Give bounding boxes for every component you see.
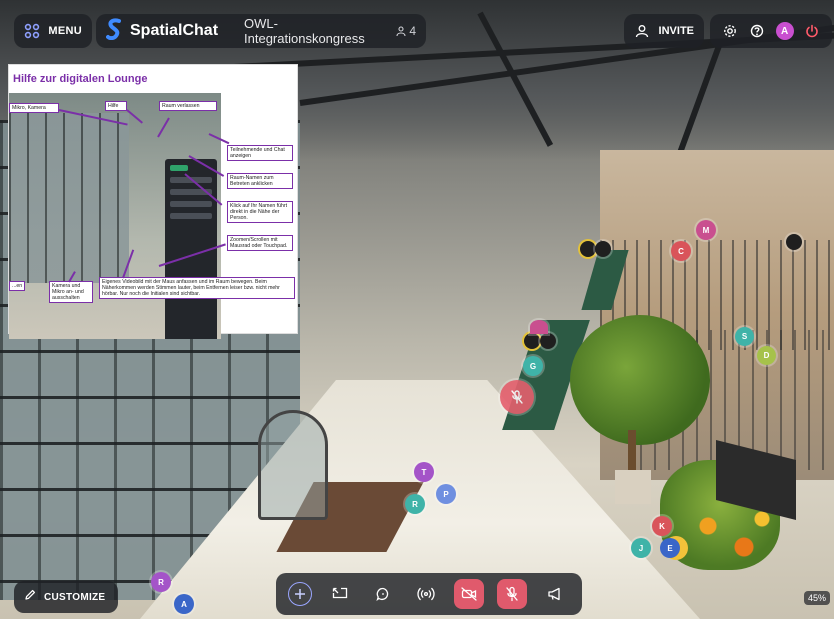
participant-video-avatar[interactable] [580,241,596,257]
brand-name: SpatialChat [130,22,219,39]
plus-icon [295,589,305,599]
menu-button[interactable]: MENU [14,14,92,48]
participant-count-value: 4 [409,24,416,38]
megaphone-icon [548,587,560,601]
help-screenshot [9,93,221,339]
leave-power-icon[interactable] [800,19,824,43]
participant-avatar[interactable]: D [757,346,776,365]
bottom-toolbar [276,573,582,615]
spatialchat-logo-icon [106,18,122,45]
participant-avatar[interactable]: R [405,494,425,514]
help-icon[interactable] [745,19,769,43]
callout-klick-namen: Klick auf Ihr Namen führt direkt in die … [227,201,293,223]
participant-avatar[interactable]: A [174,594,194,614]
megaphone-button[interactable] [540,579,570,609]
participant-video-avatar[interactable] [786,234,802,250]
screen-share-icon [332,587,348,599]
room-name: OWL-Integrationskongress [244,16,365,46]
participant-avatar[interactable]: S [735,327,754,346]
participant-avatar[interactable]: E [660,538,680,558]
participant-avatar[interactable]: M [696,220,716,240]
mic-off-icon [511,390,523,404]
callout-links: ...en [9,281,25,291]
participant-avatar[interactable]: K [652,516,672,536]
indoor-tree [570,315,710,445]
participant-avatar[interactable]: P [436,484,456,504]
participant-avatar[interactable]: C [671,241,691,261]
mic-off-icon [506,586,518,602]
participant-avatar[interactable]: R [151,572,171,592]
participant-avatar[interactable]: J [631,538,651,558]
settings-gear-icon[interactable] [718,19,742,43]
share-screen-button[interactable] [325,579,355,609]
callout-raum-verlassen: Raum verlassen [159,101,217,111]
own-avatar[interactable]: A [773,19,797,43]
callout-hilfe: Hilfe [105,101,127,111]
callout-zoomen: Zoomen/Scrollen mit Mausrad oder Touchpa… [227,235,293,251]
participant-avatar-ring [530,320,548,334]
own-avatar-initial: A [775,22,794,40]
help-screenshot-facade [9,113,129,283]
broadcast-icon [417,587,435,601]
callout-raum-namen: Raum-Namen zum Betreten anklicken [227,173,293,189]
participant-count: 4 [396,24,416,38]
person-icon [396,26,406,36]
menu-grid-icon [24,19,40,43]
broadcast-button[interactable] [411,579,441,609]
customize-button[interactable]: CUSTOMIZE [14,581,118,613]
chat-button[interactable] [368,579,398,609]
camera-toggle-button[interactable] [454,579,484,609]
flowers [690,505,780,575]
camera-off-icon [461,587,477,601]
invite-button[interactable]: INVITE [624,14,704,48]
callout-videobild: Eigenes Videobild mit der Maus anfassen … [99,277,295,299]
invite-label: INVITE [658,25,694,37]
zoom-level[interactable]: 45% [803,591,830,605]
callout-teilnehmende: Teilnehmende und Chat anzeigen [227,145,293,161]
callout-mikro-kamera: Mikro, Kamera [9,103,59,113]
chat-bubble-icon [376,587,389,601]
room-header: SpatialChat OWL-Integrationskongress 4 [96,14,426,48]
revolving-door [258,410,328,520]
participant-video-avatar[interactable] [595,241,611,257]
self-avatar[interactable] [500,380,534,414]
planter [615,470,651,504]
participant-avatar[interactable]: T [414,462,434,482]
callout-kamera-mikro: Kamera und Mikro an- und ausschalten [49,281,93,303]
help-overlay: Hilfe zur digitalen Lounge Mikro, Kamera… [8,64,298,339]
add-content-button[interactable] [288,582,312,606]
session-controls: A [710,14,832,48]
menu-label: MENU [48,25,82,37]
participant-video-avatar[interactable] [524,333,540,349]
pencil-icon [24,588,36,606]
invite-person-icon [634,19,651,43]
participant-avatar[interactable]: G [523,356,543,376]
mic-toggle-button[interactable] [497,579,527,609]
help-title: Hilfe zur digitalen Lounge [13,73,148,85]
participant-video-avatar[interactable] [540,333,556,349]
customize-label: CUSTOMIZE [44,591,106,603]
